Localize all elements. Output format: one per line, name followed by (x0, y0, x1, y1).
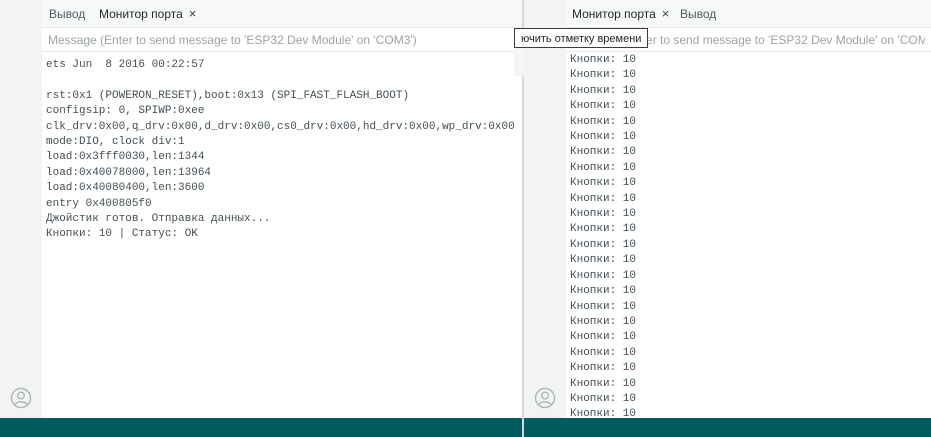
right-sidebar-rail (524, 0, 566, 418)
right-console-output: Кнопки: 10 Кнопки: 10 Кнопки: 10 Кнопки: 10… (570, 53, 931, 423)
console-line: Кнопки: 10 (570, 269, 637, 282)
right-tab-serial-monitor-label: Монитор порта (572, 7, 656, 21)
console-line: Кнопки: 10 (570, 84, 637, 97)
left-tab-serial-monitor-label: Монитор порта (99, 7, 183, 21)
left-console-output: ets Jun 8 2016 00:22:57 rst:0x1 (POWERON… (46, 58, 522, 243)
right-tab-output-label: Вывод (680, 7, 717, 21)
console-line: Кнопки: 10 (570, 238, 637, 251)
console-line: mode:DIO, clock div:1 (46, 136, 185, 149)
console-line: load:0x40078000,len:13964 (46, 166, 212, 179)
close-icon[interactable]: × (189, 0, 197, 28)
console-line: Кнопки: 10 (570, 100, 637, 113)
console-line: Кнопки: 10 (570, 192, 637, 205)
console-line: Кнопки: 10 (570, 146, 637, 159)
left-tab-output-label: Вывод (49, 7, 86, 21)
right-tab-output[interactable]: Вывод (680, 0, 716, 27)
console-line: load:0x40080400,len:3600 (46, 182, 205, 195)
console-line: clk_drv:0x00,q_drv:0x00,d_drv:0x00,cs0_d… (46, 120, 515, 133)
left-tab-serial-monitor[interactable]: Монитор порта × (99, 0, 196, 27)
left-message-bar (42, 28, 522, 52)
right-serial-monitor-pane: Монитор порта× Вывод Кнопки: 10Кнопки: 1… (524, 0, 931, 437)
console-line: Кнопки: 10 (570, 346, 637, 359)
console-line: Кнопки: 10 (570, 177, 637, 190)
left-sidebar-rail (0, 0, 42, 418)
right-tab-serial-monitor[interactable]: Монитор порта × (572, 0, 669, 27)
console-line: Кнопки: 10 (570, 131, 637, 144)
left-tab-output[interactable]: Вывод (49, 0, 85, 27)
timestamp-toggle-tooltip: ючить отметку времени (514, 28, 649, 48)
console-line: ets Jun 8 2016 00:22:57 (46, 59, 205, 71)
right-tab-bar: Монитор порта × Вывод (566, 0, 931, 28)
right-status-bar (524, 418, 931, 437)
console-line: Кнопки: 10 (570, 285, 637, 298)
console-line: configsip: 0, SPIWP:0xee (46, 105, 205, 118)
console-line: Кнопки: 10 (570, 315, 637, 328)
console-line: Кнопки: 10 (570, 392, 637, 405)
console-line: rst:0x1 (POWERON_RESET),boot:0x13 (SPI_F… (46, 89, 410, 102)
console-line: Кнопки: 10 (570, 115, 637, 128)
console-line: entry 0x400805f0 (46, 197, 152, 210)
console-line: Кнопки: 10 (570, 254, 637, 267)
left-serial-monitor-pane: Вывод Монитор порта × ets Jun 8 2016 00:2… (0, 0, 522, 437)
console-line: Кнопки: 10 (570, 161, 637, 174)
console-line: Кнопки: 10 (570, 331, 637, 344)
console-line: Джойстик готов. Отправка данных... (46, 213, 271, 226)
account-icon[interactable] (10, 387, 32, 409)
console-line: Кнопки: 10 | Статус: OK (46, 228, 198, 241)
console-line: Кнопки: 10 (570, 208, 637, 221)
console-line: Кнопки: 10 (570, 69, 637, 82)
console-line: load:0x3fff0030,len:1344 (46, 151, 205, 164)
account-icon[interactable] (534, 387, 556, 409)
left-status-bar (0, 418, 522, 437)
console-line: Кнопки: 10 (570, 377, 637, 390)
console-line: Кнопки: 10 (570, 54, 637, 66)
console-line: Кнопки: 10 (570, 223, 637, 236)
console-line: Кнопки: 10 (570, 300, 637, 313)
close-icon[interactable]: × (662, 0, 670, 28)
console-line: Кнопки: 10 (570, 362, 637, 375)
left-message-input[interactable] (42, 28, 522, 51)
left-tab-bar: Вывод Монитор порта × (42, 0, 522, 28)
